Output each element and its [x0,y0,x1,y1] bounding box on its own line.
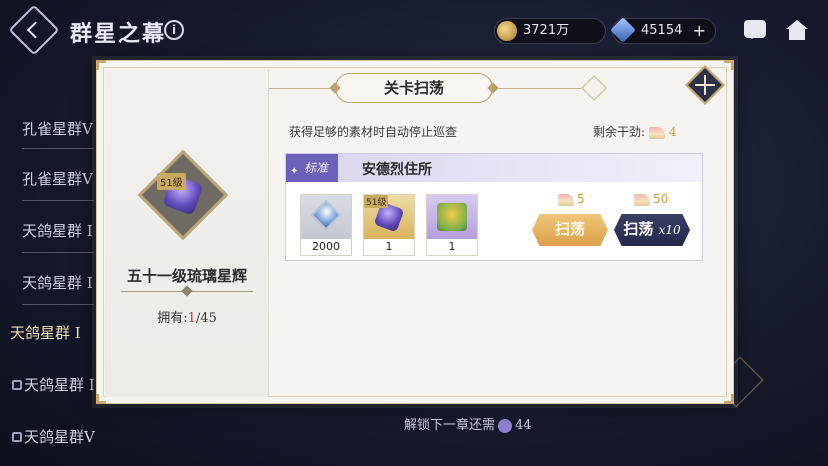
side-item-2[interactable]: 孔雀星群V [22,168,93,189]
lock-icon [12,380,22,390]
chat-icon[interactable] [744,20,766,39]
side-item-1[interactable]: 孔雀星群V [22,118,93,139]
stage-card: ✦ 标准 安德烈住所 2000 51级 1 1 5 50 扫荡 扫荡 x10 [285,153,703,261]
home-icon[interactable] [786,20,808,40]
side-divider [22,200,94,201]
header-ornament-diamond [581,75,607,101]
side-item-5-selected[interactable]: 天鸽星群 I [10,322,81,343]
cake-icon [634,193,650,206]
reward-item[interactable]: 2000 [300,194,352,256]
side-divider [22,148,94,149]
info-icon[interactable]: i [164,20,184,40]
reward-qty: 1 [427,239,477,255]
auto-stop-hint: 获得足够的素材时自动停止巡查 [289,125,458,139]
sweep-dialog: 关卡扫荡 51级 五十一级琉璃星辉 拥有:1/45 获得足够的素材时自动停止巡查… [96,60,734,404]
side-item-4[interactable]: 天鸽星群 I [22,272,93,293]
side-divider [22,252,94,253]
reward-item[interactable]: 1 [426,194,478,256]
side-item-3[interactable]: 天鸽星群 I [22,220,93,241]
reward-qty: 1 [364,239,414,255]
level-badge: 51级 [364,195,389,208]
side-item-6-locked[interactable]: 天鸽星群 I [12,374,95,395]
gem-icon [610,17,636,43]
stamina-remaining: 剩余干劲: 4 [593,125,677,139]
gem-value: 45154 [641,23,683,38]
gift-box-icon [437,203,467,231]
corner-ornament [724,394,734,404]
reward-qty: 2000 [301,239,351,255]
crystal-icon [310,199,342,231]
page-title: 群星之幕 [70,21,167,47]
item-name: 五十一级琉璃星辉 [126,267,247,285]
lock-icon [12,432,22,442]
reward-item[interactable]: 51级 1 [363,194,415,256]
top-bar: 群星之幕 i 3721万 45154 + [0,0,828,60]
stage-name: 安德烈住所 [362,162,432,178]
cake-icon [649,126,666,139]
level-badge: 51级 [157,173,186,190]
sweep-button[interactable]: 扫荡 [532,214,608,246]
sparkle-icon: ✦ [290,166,299,177]
gold-counter: 3721万 [494,18,606,44]
gold-value: 3721万 [523,23,570,38]
owned-count: 拥有:1/45 [157,311,217,326]
item-panel: 51级 五十一级琉璃星辉 拥有:1/45 [105,69,269,397]
coin-icon [497,21,517,41]
back-button[interactable] [8,4,60,56]
cake-icon [558,193,574,206]
close-button[interactable] [685,65,725,105]
plus-icon[interactable]: + [693,19,706,43]
sweep-x10-button[interactable]: 扫荡 x10 [614,214,690,246]
corner-ornament [724,60,734,70]
sweep10-cost: 50 [634,192,668,206]
stage-header: ✦ 标准 安德烈住所 [286,154,702,182]
star-icon [498,418,513,433]
unlock-hint: 解锁下一章还需 44 [404,418,532,433]
gem-counter: 45154 + [610,17,716,44]
sweep-cost: 5 [558,192,585,206]
dialog-title: 关卡扫荡 [335,73,493,103]
difficulty-tag: ✦ 标准 [286,154,338,182]
divider-ornament [181,285,193,297]
side-item-7-locked[interactable]: 天鸽星群V [12,426,95,447]
side-divider [22,304,94,305]
header-ornament-line [495,88,581,89]
